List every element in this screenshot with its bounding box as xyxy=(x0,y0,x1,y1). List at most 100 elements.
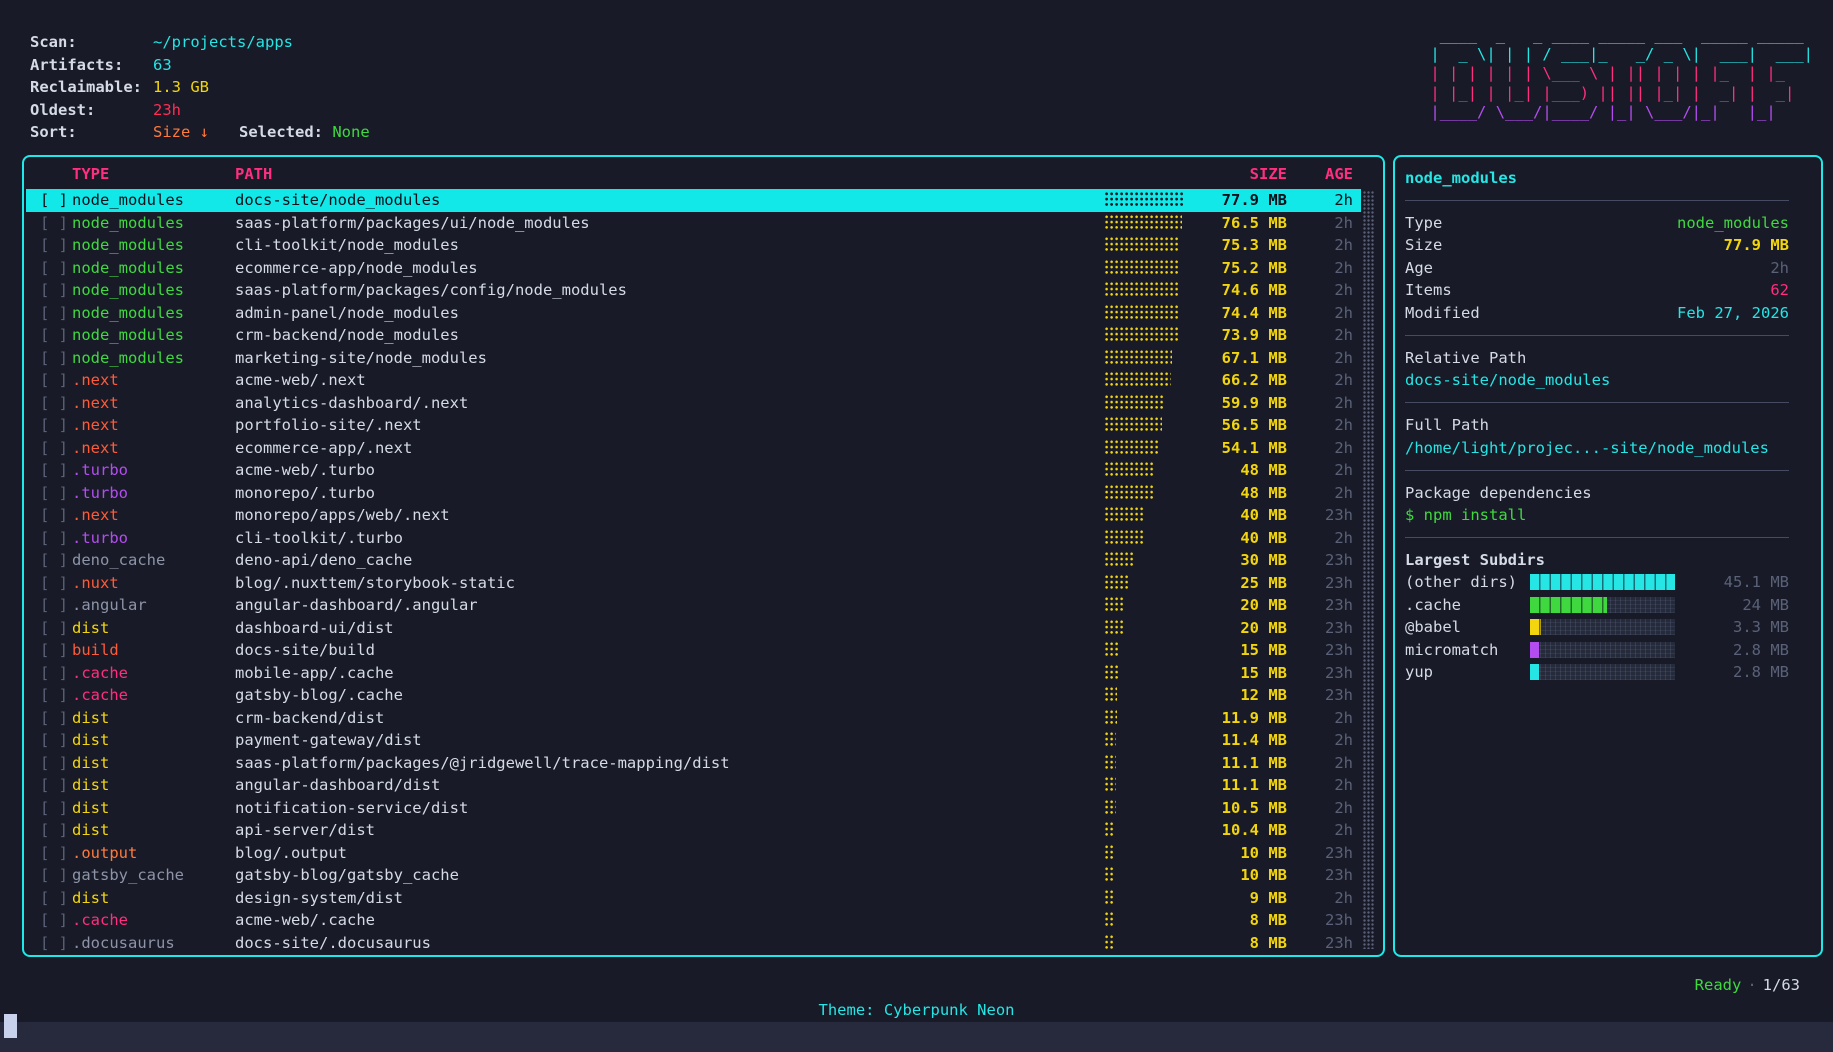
row-size-bar xyxy=(1105,822,1115,838)
row-path: cli-toolkit/.turbo xyxy=(235,527,403,550)
row-checkbox[interactable]: [ ] xyxy=(40,504,68,527)
table-row[interactable]: [ ] .cache gatsby-blog/.cache 12 MB 23h xyxy=(24,684,1383,707)
column-header-path[interactable]: PATH xyxy=(235,165,272,183)
table-row[interactable]: [ ] node_modules cli-toolkit/node_module… xyxy=(24,234,1383,257)
row-checkbox[interactable]: [ ] xyxy=(40,684,68,707)
table-row[interactable]: [ ] .output blog/.output 10 MB 23h xyxy=(24,842,1383,865)
row-checkbox[interactable]: [ ] xyxy=(40,414,68,437)
row-path: api-server/dist xyxy=(235,819,375,842)
column-header-type[interactable]: TYPE xyxy=(72,165,109,183)
row-checkbox[interactable]: [ ] xyxy=(40,752,68,775)
table-row[interactable]: [ ] build docs-site/build 15 MB 23h xyxy=(24,639,1383,662)
table-row[interactable]: [ ] .next analytics-dashboard/.next 59.9… xyxy=(24,392,1383,415)
row-checkbox[interactable]: [ ] xyxy=(40,932,68,955)
table-row[interactable]: [ ] .turbo cli-toolkit/.turbo 40 MB 2h xyxy=(24,527,1383,550)
row-type: dist xyxy=(72,797,109,820)
table-row[interactable]: [ ] dist api-server/dist 10.4 MB 2h xyxy=(24,819,1383,842)
row-type: .turbo xyxy=(72,459,128,482)
table-row[interactable]: [ ] node_modules admin-panel/node_module… xyxy=(24,302,1383,325)
row-size-bar xyxy=(1105,912,1113,928)
row-checkbox[interactable]: [ ] xyxy=(40,234,68,257)
table-row[interactable]: [ ] .angular angular-dashboard/.angular … xyxy=(24,594,1383,617)
table-row[interactable]: [ ] .next portfolio-site/.next 56.5 MB 2… xyxy=(24,414,1383,437)
row-checkbox[interactable]: [ ] xyxy=(40,909,68,932)
table-row[interactable]: [ ] deno_cache deno-api/deno_cache 30 MB… xyxy=(24,549,1383,572)
table-row[interactable]: [ ] node_modules ecommerce-app/node_modu… xyxy=(24,257,1383,280)
table-row[interactable]: [ ] .docusaurus docs-site/.docusaurus 8 … xyxy=(24,932,1383,955)
row-checkbox[interactable]: [ ] xyxy=(40,459,68,482)
row-checkbox[interactable]: [ ] xyxy=(40,324,68,347)
row-type: dist xyxy=(72,774,109,797)
row-path: docs-site/build xyxy=(235,639,375,662)
table-row[interactable]: [ ] .nuxt blog/.nuxttem/storybook-static… xyxy=(24,572,1383,595)
row-checkbox[interactable]: [ ] xyxy=(40,212,68,235)
artifact-rows: [ ] node_modules docs-site/node_modules … xyxy=(24,189,1383,954)
table-row[interactable]: [ ] node_modules saas-platform/packages/… xyxy=(24,279,1383,302)
row-checkbox[interactable]: [ ] xyxy=(40,279,68,302)
row-age: 2h xyxy=(1283,212,1353,235)
summary-stat: Scan:~/projects/apps xyxy=(30,31,370,54)
row-checkbox[interactable]: [ ] xyxy=(40,302,68,325)
row-checkbox[interactable]: [ ] xyxy=(40,347,68,370)
row-checkbox[interactable]: [ ] xyxy=(40,437,68,460)
row-age: 2h xyxy=(1283,527,1353,550)
row-checkbox[interactable]: [ ] xyxy=(40,527,68,550)
table-row[interactable]: [ ] dist crm-backend/dist 11.9 MB 2h xyxy=(24,707,1383,730)
row-checkbox[interactable]: [ ] xyxy=(40,257,68,280)
table-row[interactable]: [ ] node_modules crm-backend/node_module… xyxy=(24,324,1383,347)
row-checkbox[interactable]: [ ] xyxy=(40,797,68,820)
stat-value: ~/projects/apps xyxy=(153,33,293,51)
table-row[interactable]: [ ] .turbo acme-web/.turbo 48 MB 2h xyxy=(24,459,1383,482)
table-row[interactable]: [ ] .next monorepo/apps/web/.next 40 MB … xyxy=(24,504,1383,527)
table-row[interactable]: [ ] .turbo monorepo/.turbo 48 MB 2h xyxy=(24,482,1383,505)
row-checkbox[interactable]: [ ] xyxy=(40,729,68,752)
row-checkbox[interactable]: [ ] xyxy=(40,617,68,640)
row-checkbox[interactable]: [ ] xyxy=(40,662,68,685)
row-checkbox[interactable]: [ ] xyxy=(40,864,68,887)
row-checkbox[interactable]: [ ] xyxy=(40,189,68,212)
table-row[interactable]: [ ] node_modules marketing-site/node_mod… xyxy=(24,347,1383,370)
row-checkbox[interactable]: [ ] xyxy=(40,369,68,392)
detail-kv-value: node_modules xyxy=(1677,212,1789,235)
table-row[interactable]: [ ] node_modules docs-site/node_modules … xyxy=(24,189,1383,212)
stat-label: Artifacts: xyxy=(30,54,153,77)
table-row[interactable]: [ ] .next ecommerce-app/.next 54.1 MB 2h xyxy=(24,437,1383,460)
row-size-bar xyxy=(1105,575,1130,591)
table-row[interactable]: [ ] dist angular-dashboard/dist 11.1 MB … xyxy=(24,774,1383,797)
subdir-label: @babel xyxy=(1405,618,1461,636)
row-checkbox[interactable]: [ ] xyxy=(40,549,68,572)
table-row[interactable]: [ ] .cache acme-web/.cache 8 MB 23h xyxy=(24,909,1383,932)
table-row[interactable]: [ ] dist design-system/dist 9 MB 2h xyxy=(24,887,1383,910)
row-checkbox[interactable]: [ ] xyxy=(40,819,68,842)
table-scrollbar[interactable] xyxy=(1363,191,1375,949)
table-header: TYPE PATH SIZE AGE xyxy=(24,165,1383,189)
table-row[interactable]: [ ] node_modules saas-platform/packages/… xyxy=(24,212,1383,235)
table-row[interactable]: [ ] .cache mobile-app/.cache 15 MB 23h xyxy=(24,662,1383,685)
row-checkbox[interactable]: [ ] xyxy=(40,887,68,910)
row-checkbox[interactable]: [ ] xyxy=(40,594,68,617)
column-header-size[interactable]: SIZE xyxy=(1250,165,1287,183)
row-size: 66.2 MB xyxy=(1147,369,1287,392)
row-checkbox[interactable]: [ ] xyxy=(40,639,68,662)
logo-line: ____ _ _ ____ _____ ___ _____ _____ xyxy=(1430,26,1813,45)
table-row[interactable]: [ ] dist saas-platform/packages/@jridgew… xyxy=(24,752,1383,775)
row-checkbox[interactable]: [ ] xyxy=(40,774,68,797)
row-type: .cache xyxy=(72,684,128,707)
row-size: 8 MB xyxy=(1147,932,1287,955)
row-checkbox[interactable]: [ ] xyxy=(40,707,68,730)
table-row[interactable]: [ ] .next acme-web/.next 66.2 MB 2h xyxy=(24,369,1383,392)
row-checkbox[interactable]: [ ] xyxy=(40,482,68,505)
column-header-age[interactable]: AGE xyxy=(1325,165,1353,183)
stat-label: Reclaimable: xyxy=(30,76,153,99)
row-path: acme-web/.turbo xyxy=(235,459,375,482)
table-row[interactable]: [ ] dist dashboard-ui/dist 20 MB 23h xyxy=(24,617,1383,640)
table-row[interactable]: [ ] gatsby_cache gatsby-blog/gatsby_cach… xyxy=(24,864,1383,887)
row-size-bar xyxy=(1105,777,1116,793)
row-checkbox[interactable]: [ ] xyxy=(40,572,68,595)
table-row[interactable]: [ ] dist notification-service/dist 10.5 … xyxy=(24,797,1383,820)
row-checkbox[interactable]: [ ] xyxy=(40,392,68,415)
row-checkbox[interactable]: [ ] xyxy=(40,842,68,865)
table-row[interactable]: [ ] dist payment-gateway/dist 11.4 MB 2h xyxy=(24,729,1383,752)
sort-value[interactable]: Size ↓ xyxy=(153,123,209,141)
row-type: dist xyxy=(72,617,109,640)
